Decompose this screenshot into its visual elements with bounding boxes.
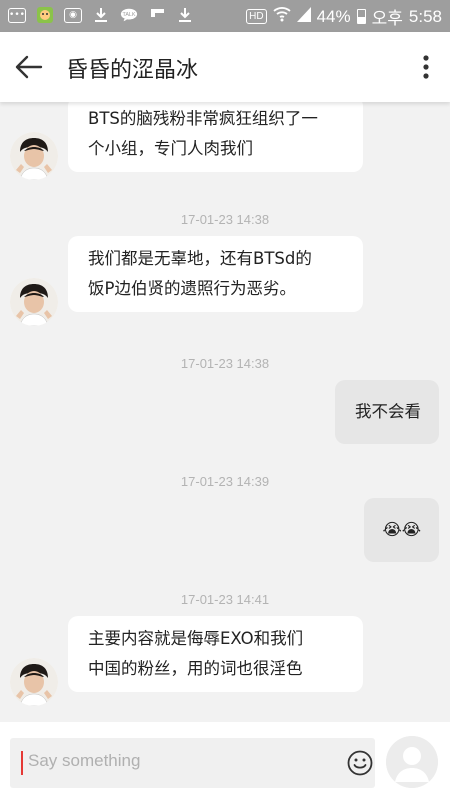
- own-message-bubble[interactable]: 我不会看: [335, 380, 439, 444]
- back-arrow-icon: [15, 55, 43, 79]
- sender-avatar[interactable]: [10, 132, 58, 180]
- message-bubble[interactable]: 主要内容就是侮辱EXO和我们 中国的粉丝，用的词也很淫色: [68, 616, 363, 692]
- message-bubble[interactable]: BTS的脑残粉非常疯狂组织了一 个小组，专门人肉我们: [68, 102, 363, 172]
- signal-icon: [296, 6, 311, 27]
- download-icon-2: [176, 6, 194, 24]
- sender-avatar[interactable]: [10, 658, 58, 706]
- message-timestamp: 17-01-23 14:38: [180, 356, 270, 371]
- chat-title: 昏昏的涩晶冰: [66, 58, 199, 83]
- back-button[interactable]: [10, 49, 48, 85]
- wifi-icon: [272, 6, 291, 27]
- app-bar: 昏昏的涩晶冰: [0, 32, 450, 102]
- input-bar: Say something: [0, 722, 450, 800]
- message-text-line: 个小组，专门人肉我们: [88, 139, 253, 158]
- camera-notification-icon: ◉: [64, 7, 82, 23]
- message-text: 我不会看: [355, 402, 421, 421]
- message-text-line: 我们都是无辜地，还有BTSd的: [88, 249, 312, 268]
- battery-icon: [356, 9, 366, 24]
- sender-avatar[interactable]: [10, 278, 58, 326]
- more-options-button[interactable]: [416, 49, 436, 85]
- ampm: 오후: [371, 9, 403, 28]
- talk-notification-icon: TALK: [120, 6, 138, 24]
- chat-notification-icon: •••: [8, 7, 26, 23]
- message-text-line: BTS的脑残粉非常疯狂组织了一: [88, 109, 318, 128]
- message-timestamp: 17-01-23 14:39: [180, 474, 270, 489]
- message-timestamp: 17-01-23 14:38: [180, 212, 270, 227]
- message-input[interactable]: Say something: [10, 738, 375, 788]
- message-bubble[interactable]: 我们都是无辜地，还有BTSd的 饭P边伯贤的遗照行为恶劣。: [68, 236, 363, 312]
- input-placeholder: Say something: [28, 751, 141, 770]
- flipboard-icon: [148, 6, 166, 24]
- notification-icons: ••• ◉ TALK: [8, 6, 194, 24]
- status-bar: ••• ◉ TALK HD 44% 오후 5:58: [0, 0, 450, 32]
- svg-text:TALK: TALK: [122, 12, 135, 18]
- download-icon: [92, 6, 110, 24]
- clock: 5:58: [408, 6, 442, 26]
- message-timestamp: 17-01-23 14:41: [180, 592, 270, 607]
- user-avatar[interactable]: [386, 736, 438, 788]
- game-notification-icon: [36, 6, 54, 24]
- text-cursor: [21, 751, 23, 775]
- message-text-line: 主要内容就是侮辱EXO和我们: [88, 629, 304, 648]
- smiley-icon: [347, 750, 373, 776]
- more-vert-icon: [423, 55, 429, 79]
- crying-emoji-icon: 😭😭: [382, 520, 421, 539]
- emoji-button[interactable]: [347, 750, 373, 776]
- own-message-bubble[interactable]: 😭😭: [364, 498, 439, 562]
- message-text-line: 饭P边伯贤的遗照行为恶劣。: [88, 279, 296, 298]
- message-text-line: 中国的粉丝，用的词也很淫色: [88, 659, 303, 678]
- battery-percent: 44%: [316, 6, 351, 26]
- system-icons: HD 44% 오후 5:58: [246, 4, 442, 29]
- hd-badge: HD: [246, 9, 267, 24]
- default-avatar-icon: [386, 736, 438, 788]
- message-list[interactable]: BTS的脑残粉非常疯狂组织了一 个小组，专门人肉我们 17-01-23 14:3…: [0, 102, 450, 722]
